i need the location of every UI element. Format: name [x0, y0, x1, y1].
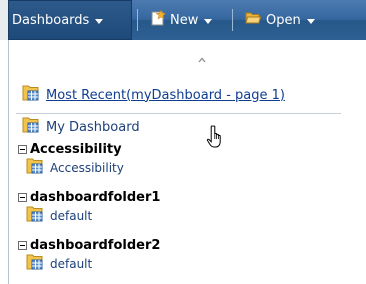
dropdown-divider	[16, 113, 341, 114]
dashboards-menu-label: Dashboards	[12, 12, 90, 28]
dashboard-item-label: default	[50, 257, 93, 271]
new-menu-label: New	[170, 12, 199, 28]
scroll-up-icon[interactable]	[198, 56, 206, 64]
open-menu-button[interactable]: Open	[245, 0, 315, 40]
my-dashboard-item[interactable]: My Dashboard	[22, 116, 140, 138]
dashboard-grid-icon	[26, 253, 44, 275]
open-menu-label: Open	[266, 12, 301, 28]
hand-cursor-icon	[206, 125, 221, 148]
menubar-edge	[0, 0, 8, 40]
dashboard-item-label: default	[50, 209, 93, 223]
collapse-minus-icon[interactable]	[18, 193, 27, 202]
collapse-minus-icon[interactable]	[18, 145, 27, 154]
folder-label: Accessibility	[30, 142, 122, 157]
dashboard-grid-icon	[26, 157, 44, 179]
new-menu-button[interactable]: New	[150, 0, 213, 40]
new-document-star-icon	[150, 9, 167, 30]
dashboard-grid-icon	[22, 84, 40, 106]
dropdown-border	[8, 40, 9, 284]
dashboards-menu-button[interactable]: Dashboards	[8, 0, 132, 40]
dashboard-item[interactable]: Accessibility	[26, 157, 124, 179]
folder-label: dashboardfolder1	[30, 190, 161, 205]
my-dashboard-label: My Dashboard	[46, 119, 140, 135]
menubar: Dashboards New Open	[0, 0, 366, 40]
dashboard-item[interactable]: default	[26, 205, 92, 227]
most-recent-link[interactable]: Most Recent(myDashboard - page 1)	[46, 88, 285, 103]
chevron-down-icon	[204, 18, 213, 24]
chevron-down-icon	[95, 18, 104, 24]
dashboard-item-label: Accessibility	[50, 161, 124, 175]
chevron-down-icon	[306, 18, 315, 24]
folder-row[interactable]: dashboardfolder2	[18, 238, 160, 253]
folder-open-icon	[245, 11, 262, 29]
menu-separator	[232, 9, 233, 31]
folder-row[interactable]: Accessibility	[18, 142, 122, 157]
collapse-minus-icon[interactable]	[18, 241, 27, 250]
folder-label: dashboardfolder2	[30, 238, 161, 253]
dashboard-grid-icon	[26, 205, 44, 227]
dashboards-dropdown: Most Recent(myDashboard - page 1) My Das…	[8, 40, 365, 284]
folder-row[interactable]: dashboardfolder1	[18, 190, 160, 205]
most-recent-item[interactable]: Most Recent(myDashboard - page 1)	[22, 84, 285, 106]
menu-separator	[137, 9, 138, 31]
dashboard-item[interactable]: default	[26, 253, 92, 275]
dashboard-grid-icon	[22, 116, 40, 138]
